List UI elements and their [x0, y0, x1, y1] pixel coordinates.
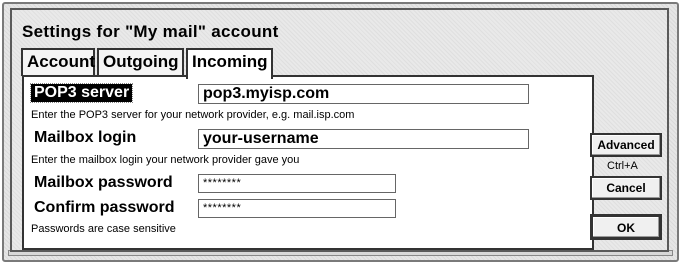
pop3-server-hint: Enter the POP3 server for your network p…	[31, 109, 355, 121]
incoming-panel: POP3 server pop3.myisp.com Enter the POP…	[22, 75, 594, 250]
cancel-button[interactable]: Cancel	[590, 176, 662, 200]
pop3-server-input[interactable]: pop3.myisp.com	[198, 84, 529, 104]
tab-incoming[interactable]: Incoming	[186, 48, 273, 79]
settings-dialog: Settings for "My mail" account Account O…	[10, 8, 669, 252]
tab-account[interactable]: Account	[21, 48, 95, 76]
ok-button[interactable]: OK	[590, 214, 662, 240]
confirm-password-label: Confirm password	[34, 199, 175, 216]
mailbox-password-label: Mailbox password	[34, 174, 173, 191]
mailbox-login-label: Mailbox login	[34, 129, 137, 146]
tab-outgoing[interactable]: Outgoing	[97, 48, 184, 76]
advanced-shortcut: Ctrl+A	[607, 160, 638, 172]
mailbox-login-hint: Enter the mailbox login your network pro…	[31, 154, 300, 166]
mailbox-login-input[interactable]: your-username	[198, 129, 529, 149]
pop3-server-label: POP3 server	[29, 83, 134, 103]
advanced-button[interactable]: Advanced	[590, 133, 662, 157]
password-hint: Passwords are case sensitive	[31, 223, 176, 235]
confirm-password-input[interactable]: ********	[198, 199, 396, 218]
dialog-title: Settings for "My mail" account	[22, 22, 279, 41]
mailbox-password-input[interactable]: ********	[198, 174, 396, 193]
